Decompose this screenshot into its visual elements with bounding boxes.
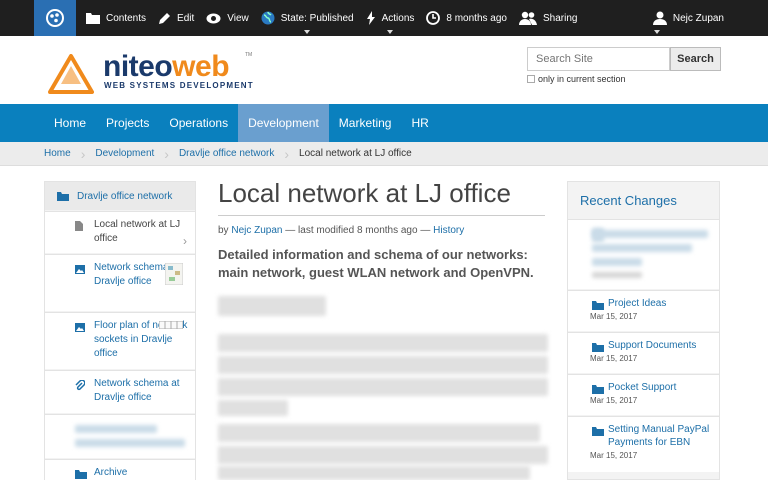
sidebar-item-network-schema[interactable]: Network schema at Dravlje office xyxy=(45,254,195,311)
sidebar-heading[interactable]: Dravlje office network xyxy=(45,182,195,210)
blurred-content xyxy=(218,334,548,352)
plone-logo-button[interactable] xyxy=(34,0,76,36)
logo-trademark: TM xyxy=(245,52,253,58)
nav-item-development[interactable]: Development xyxy=(238,104,329,142)
contents-button[interactable]: Contents xyxy=(80,0,152,36)
blurred-text xyxy=(592,258,642,266)
logo-wordmark: niteoweb xyxy=(103,50,230,83)
folder-icon xyxy=(86,13,100,24)
blurred-text xyxy=(75,439,185,447)
recent-item-pocket-support[interactable]: Pocket Support Mar 15, 2017 xyxy=(568,374,719,415)
recent-changes-portlet: Recent Changes Project Ideas Mar 15, 201… xyxy=(567,181,720,480)
chevron-down-icon xyxy=(653,30,660,34)
blurred-content xyxy=(218,466,530,480)
search-input[interactable] xyxy=(527,47,670,71)
blurred-content xyxy=(218,378,548,396)
lightning-icon xyxy=(366,11,375,25)
breadcrumb-separator-icon: › xyxy=(164,145,169,162)
document-icon xyxy=(75,221,83,231)
chevron-down-icon xyxy=(304,30,311,34)
actions-button[interactable]: Actions xyxy=(360,0,421,36)
recent-item-blurred[interactable] xyxy=(568,219,719,289)
eye-icon xyxy=(206,13,221,23)
state-button[interactable]: State: Published xyxy=(255,0,360,36)
recent-item-support-documents[interactable]: Support Documents Mar 15, 2017 xyxy=(568,332,719,373)
history-link[interactable]: History xyxy=(433,225,464,236)
page-title: Local network at LJ office xyxy=(218,178,511,208)
floor-plan-thumbnail-icon xyxy=(159,321,183,329)
image-icon xyxy=(75,323,85,332)
blurred-text xyxy=(75,425,157,433)
globe-icon xyxy=(261,11,275,25)
document-byline: by Nejc Zupan — last modified 8 months a… xyxy=(218,225,465,236)
view-button[interactable]: View xyxy=(200,0,255,36)
breadcrumb-dravlje[interactable]: Dravlje office network xyxy=(179,148,284,159)
breadcrumb-development[interactable]: Development xyxy=(95,148,164,159)
blurred-content xyxy=(218,356,548,374)
chevron-down-icon xyxy=(386,30,393,34)
folder-icon xyxy=(592,343,604,352)
logo-tagline: WEB SYSTEMS DEVELOPMENT xyxy=(104,81,254,90)
edit-button[interactable]: Edit xyxy=(152,0,200,36)
sidebar-item-blurred[interactable] xyxy=(45,414,195,458)
main-navigation: Home Projects Operations Development Mar… xyxy=(0,104,768,142)
blurred-content xyxy=(218,446,548,464)
nav-item-projects[interactable]: Projects xyxy=(96,104,159,142)
sidebar-item-archive[interactable]: Archive xyxy=(45,459,195,480)
folder-icon xyxy=(592,385,604,394)
logo-mark-icon xyxy=(48,54,94,94)
blurred-text xyxy=(592,272,642,278)
navigation-portlet: Dravlje office network Local network at … xyxy=(44,181,196,480)
history-button[interactable]: 8 months ago xyxy=(420,0,513,36)
sharing-button[interactable]: Sharing xyxy=(513,0,583,36)
recent-changes-title[interactable]: Recent Changes xyxy=(568,182,719,218)
clock-icon xyxy=(426,11,441,25)
nav-item-operations[interactable]: Operations xyxy=(159,104,238,142)
schema-thumbnail-icon xyxy=(165,263,183,285)
breadcrumb-separator-icon: › xyxy=(284,145,290,162)
sidebar-item-floor-plan[interactable]: Floor plan of network sockets in Dravlje… xyxy=(45,312,195,369)
recent-item-paypal-manual[interactable]: Setting Manual PayPal Payments for EBN M… xyxy=(568,416,719,472)
author-link[interactable]: Nejc Zupan xyxy=(231,225,282,236)
folder-icon xyxy=(592,301,604,310)
breadcrumb: Home › Development › Dravlje office netw… xyxy=(0,142,768,166)
blurred-content xyxy=(218,296,326,316)
breadcrumb-separator-icon: › xyxy=(80,145,86,162)
nav-item-marketing[interactable]: Marketing xyxy=(329,104,402,142)
plone-icon xyxy=(46,9,64,27)
image-icon xyxy=(75,265,85,274)
document-description: Detailed information and schema of our n… xyxy=(218,247,534,280)
search-button[interactable]: Search xyxy=(670,47,721,71)
pencil-icon xyxy=(159,12,171,24)
paperclip-icon xyxy=(75,380,85,391)
nav-item-home[interactable]: Home xyxy=(44,104,96,142)
blurred-content xyxy=(218,424,540,442)
recent-item-project-ideas[interactable]: Project Ideas Mar 15, 2017 xyxy=(568,290,719,331)
edit-toolbar: Contents Edit View State: Published Acti… xyxy=(0,0,768,36)
site-logo[interactable]: niteoweb WEB SYSTEMS DEVELOPMENT TM xyxy=(48,50,258,98)
current-section-toggle[interactable]: only in current section xyxy=(527,74,626,84)
blurred-text xyxy=(592,230,708,238)
current-section-checkbox[interactable] xyxy=(527,75,535,83)
blurred-text xyxy=(592,244,692,252)
folder-icon xyxy=(75,470,87,479)
user-menu-button[interactable]: Nejc Zupan xyxy=(647,0,730,36)
folder-icon xyxy=(57,192,69,201)
blurred-content xyxy=(218,400,288,416)
users-icon xyxy=(519,11,537,25)
nav-item-hr[interactable]: HR xyxy=(401,104,438,142)
breadcrumb-home[interactable]: Home xyxy=(44,148,81,159)
title-divider xyxy=(218,215,545,216)
folder-icon xyxy=(592,427,604,436)
sidebar-item-local-network[interactable]: Local network at LJ office › xyxy=(45,211,195,253)
breadcrumb-current: Local network at LJ office xyxy=(299,148,412,159)
sidebar-item-network-schema-file[interactable]: Network schema at Dravlje office xyxy=(45,370,195,413)
user-icon xyxy=(652,11,667,25)
chevron-right-icon: › xyxy=(183,234,187,248)
